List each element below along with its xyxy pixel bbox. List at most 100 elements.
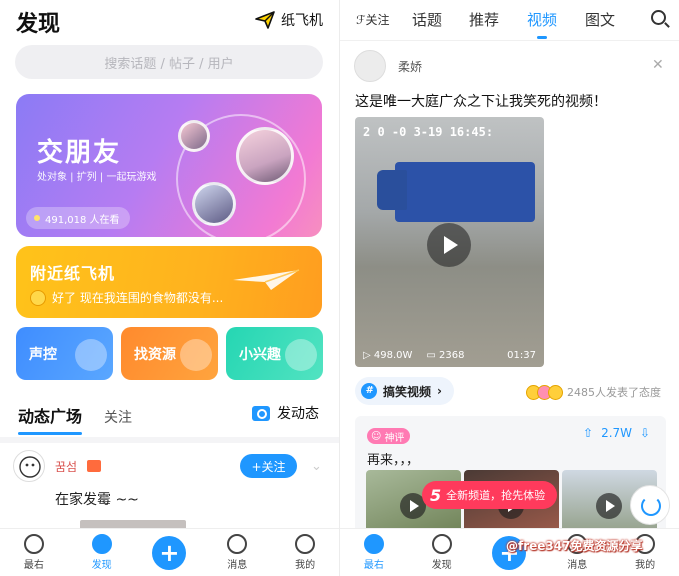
- microphone-icon: [75, 339, 107, 371]
- tab-follow-label: 关注: [365, 13, 390, 27]
- follow-button[interactable]: +关注: [240, 454, 297, 478]
- post-title: 这是唯一大庭广众之下让我笑死的视频！: [355, 94, 607, 110]
- make-friends-title: 交朋友: [37, 138, 122, 168]
- comment-text: 再来，，，: [367, 453, 420, 468]
- profile-icon: [295, 534, 316, 554]
- comments-count: ▭ 2368: [426, 350, 465, 361]
- tab-image-text[interactable]: 图文: [585, 9, 615, 30]
- online-count-badge: 491,018 人在看: [26, 207, 130, 229]
- tab-video[interactable]: 视频: [527, 9, 557, 39]
- tile-label: 声控: [29, 347, 57, 363]
- nav-zuiyou[interactable]: 最右: [340, 529, 408, 576]
- video-duration: 01:37: [507, 350, 536, 361]
- reactions-text: 2485人发表了态度: [567, 386, 661, 399]
- downvote-icon[interactable]: ⇩: [640, 426, 650, 440]
- post-author[interactable]: 柔娇: [354, 50, 422, 82]
- post-text: 在家发霉 ~~: [55, 492, 139, 508]
- nearby-message-row: 好了 现在我连围的食物都没有...: [30, 289, 223, 306]
- badge-emoji-icon: ☺: [371, 430, 382, 442]
- nav-label: 发现: [91, 560, 112, 571]
- nav-label: 我的: [295, 560, 316, 571]
- avatar: [13, 450, 45, 482]
- chevron-right-icon: ›: [437, 384, 442, 398]
- video-player[interactable]: 2 0 -0 3-19 16:45: ▷ 498.0W ▭ 2368 01:37: [355, 117, 544, 367]
- nearby-title: 附近纸飞机: [30, 264, 116, 283]
- home-face-icon: [363, 534, 384, 554]
- reaction-emoji-icons: [526, 384, 563, 400]
- home-face-icon: [23, 534, 44, 554]
- nav-label: 最右: [23, 560, 44, 571]
- nav-label: 我的: [635, 560, 656, 571]
- avatar: [192, 182, 236, 226]
- crown-icon: [87, 460, 102, 472]
- hashtag-icon: #: [361, 383, 377, 399]
- views-count: ▷ 498.0W: [363, 350, 413, 361]
- play-icon: [596, 493, 622, 519]
- nav-label: 消息: [567, 560, 588, 571]
- post-username: 꿈섬: [55, 459, 78, 474]
- post-button[interactable]: 发动态: [252, 403, 319, 423]
- nav-discover[interactable]: 发现: [408, 529, 476, 576]
- search-input[interactable]: 搜索话题 / 帖子 / 用户: [15, 45, 323, 79]
- play-icon[interactable]: [427, 223, 471, 267]
- search-icon[interactable]: [651, 10, 666, 25]
- online-count: 491,018 人在看: [45, 214, 120, 226]
- nav-discover[interactable]: 发现: [68, 529, 136, 576]
- paper-plane-icon: [255, 11, 275, 29]
- nav-me[interactable]: 我的: [271, 529, 339, 576]
- vote-count: 2.7W: [601, 426, 633, 440]
- nearby-message: 好了 现在我连围的食物都没有...: [52, 291, 224, 305]
- tile-small-interest[interactable]: 小兴趣: [226, 327, 323, 380]
- tab-recommended[interactable]: 推荐: [469, 9, 499, 30]
- tab-follow[interactable]: ℱ关注: [356, 11, 389, 28]
- chevron-down-icon[interactable]: ⌄: [311, 459, 322, 474]
- refresh-icon[interactable]: [630, 485, 670, 525]
- nav-zuiyou[interactable]: 最右: [0, 529, 68, 576]
- online-dot-icon: [34, 215, 40, 221]
- video-stats: ▷ 498.0W ▭ 2368 01:37: [363, 350, 536, 361]
- nearby-plane-card[interactable]: 附近纸飞机 好了 现在我连围的食物都没有...: [16, 246, 322, 318]
- tile-voice[interactable]: 声控: [16, 327, 113, 380]
- new-channel-promo[interactable]: 5 全新频道，抢先体验: [422, 481, 558, 509]
- avatar: [236, 127, 294, 185]
- discover-panel: 发现 纸飞机 搜索话题 / 帖子 / 用户 交朋友 处对象 | 扩列 | 一起玩…: [0, 0, 339, 576]
- divider: [340, 40, 679, 41]
- video-feed-panel: ℱ关注 话题 推荐 视频 图文 柔娇 ✕ 这是唯一大庭广众之下让我笑死的视频！ …: [340, 0, 679, 576]
- make-friends-subtitle: 处对象 | 扩列 | 一起玩游戏: [37, 172, 157, 183]
- topic-tag[interactable]: # 搞笑视频 ›: [355, 377, 454, 405]
- hot-comment-label: 神评: [384, 432, 405, 444]
- post-button-label: 发动态: [277, 406, 319, 422]
- make-friends-card[interactable]: 交朋友 处对象 | 扩列 | 一起玩游戏 491,018 人在看: [16, 94, 322, 237]
- topic-tag-label: 搞笑视频: [383, 384, 432, 399]
- hot-comment-badge: ☺ 神评: [367, 428, 411, 444]
- promo-text: 全新频道，抢先体验: [446, 489, 546, 502]
- close-icon[interactable]: ✕: [652, 57, 664, 73]
- post-username: 柔娇: [398, 59, 423, 74]
- coin-icon: [180, 339, 212, 371]
- paper-plane-button[interactable]: 纸飞机: [255, 10, 323, 30]
- nav-label: 发现: [431, 560, 452, 571]
- nav-create[interactable]: +: [136, 529, 204, 576]
- tile-label: 小兴趣: [239, 347, 281, 363]
- feed-tabs: 动态广场 关注: [18, 403, 132, 435]
- reactions[interactable]: 2485人发表了态度: [526, 384, 661, 400]
- message-icon: [227, 534, 248, 554]
- tab-square[interactable]: 动态广场: [18, 403, 83, 435]
- search-placeholder: 搜索话题 / 帖子 / 用户: [104, 56, 234, 72]
- tile-find-resources[interactable]: 找资源: [121, 327, 218, 380]
- vote-control: ⇧ 2.7W ⇩: [583, 426, 650, 440]
- upvote-icon[interactable]: ⇧: [583, 426, 593, 440]
- video-timestamp: 2 0 -0 3-19 16:45:: [363, 125, 494, 139]
- nav-label: 消息: [227, 560, 248, 571]
- video-frame-truck: [377, 162, 535, 222]
- discover-icon: [431, 534, 452, 554]
- plus-icon: +: [152, 535, 187, 570]
- tab-following[interactable]: 关注: [104, 407, 132, 427]
- camera-icon: [252, 405, 270, 421]
- bottom-nav: 最右 发现 + 消息 我的: [0, 528, 339, 576]
- tab-topics[interactable]: 话题: [412, 9, 442, 30]
- post-author[interactable]: 꿈섬: [13, 450, 102, 482]
- nav-messages[interactable]: 消息: [203, 529, 271, 576]
- discover-icon: [91, 534, 112, 554]
- page-title: 发现: [16, 12, 61, 37]
